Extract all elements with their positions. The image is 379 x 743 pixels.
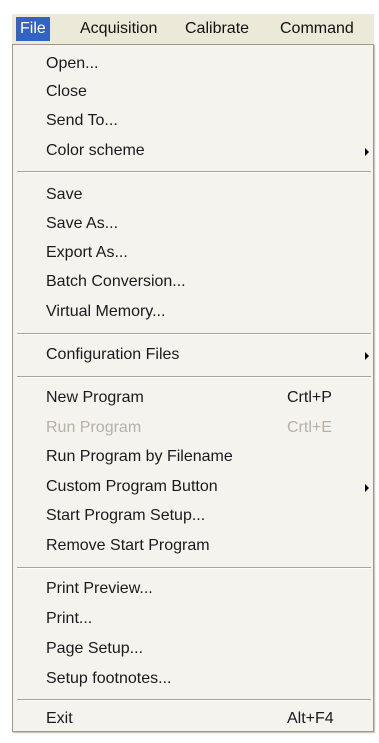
menu-item-export-as[interactable]: Export As... [13,239,373,267]
menu-file[interactable]: File [16,17,50,41]
menu-acquisition[interactable]: Acquisition [76,17,161,41]
menu-bar: File Acquisition Calibrate Command [12,14,374,45]
menu-item-page-setup[interactable]: Page Setup... [13,635,373,663]
menu-item-setup-footnotes[interactable]: Setup footnotes... [13,665,373,693]
menu-item-label: New Program [46,389,144,406]
submenu-arrow-icon [365,352,369,360]
menu-item-configuration-files[interactable]: Configuration Files [13,341,373,369]
menu-item-label: Print... [46,610,93,627]
menu-item-save[interactable]: Save [13,181,373,209]
menu-item-run-program: Run Program Crtl+E [13,414,373,442]
menu-item-label: Custom Program Button [46,478,218,495]
menu-calibrate[interactable]: Calibrate [181,17,253,41]
menu-item-run-program-by-filename[interactable]: Run Program by Filename [13,443,373,471]
menu-item-label: Configuration Files [46,346,180,363]
menu-item-print[interactable]: Print... [13,605,373,633]
menu-item-label: Batch Conversion... [46,273,186,290]
menu-item-custom-program-button[interactable]: Custom Program Button [13,473,373,501]
menu-item-label: Run Program [46,419,142,436]
menu-separator [17,171,371,173]
menu-item-print-preview[interactable]: Print Preview... [13,575,373,603]
menu-item-label: Setup footnotes... [46,670,172,687]
menu-item-label: Run Program by Filename [46,448,233,465]
shortcut-label: Crtl+P [287,389,332,406]
submenu-arrow-icon [365,148,369,156]
menu-separator [17,376,371,378]
menu-item-virtual-memory[interactable]: Virtual Memory... [13,298,373,326]
menu-item-label: Start Program Setup... [46,507,206,524]
shortcut-label: Crtl+E [287,419,332,436]
menu-item-label: Open... [46,55,99,72]
shortcut-label: Alt+F4 [287,710,334,727]
menu-item-label: Export As... [46,244,128,261]
menu-item-start-program-setup[interactable]: Start Program Setup... [13,502,373,530]
menu-separator [17,333,371,335]
menu-separator [17,699,371,701]
menu-item-close[interactable]: Close [13,78,373,106]
menu-item-label: Exit [46,710,73,727]
submenu-arrow-icon [365,484,369,492]
menu-item-label: Virtual Memory... [46,303,166,320]
menu-item-label: Save As... [46,215,119,232]
menu-item-send-to[interactable]: Send To... [13,107,373,135]
menu-item-save-as[interactable]: Save As... [13,210,373,238]
menu-item-open[interactable]: Open... [13,50,373,78]
menu-item-new-program[interactable]: New Program Crtl+P [13,384,373,412]
menu-separator [17,567,371,569]
menu-item-label: Save [46,186,83,203]
menu-command[interactable]: Command [276,17,358,41]
file-menu-dropdown: Open... Close Send To... Color scheme Sa… [12,44,374,732]
menu-item-label: Remove Start Program [46,537,210,554]
menu-item-batch-conversion[interactable]: Batch Conversion... [13,268,373,296]
menu-item-label: Print Preview... [46,580,153,597]
menu-item-color-scheme[interactable]: Color scheme [13,137,373,165]
menu-item-label: Send To... [46,112,118,129]
menu-item-label: Close [46,83,87,100]
menu-item-label: Page Setup... [46,640,143,657]
menu-item-label: Color scheme [46,142,145,159]
menu-item-remove-start-program[interactable]: Remove Start Program [13,532,373,560]
menu-item-exit[interactable]: Exit Alt+F4 [13,705,373,733]
